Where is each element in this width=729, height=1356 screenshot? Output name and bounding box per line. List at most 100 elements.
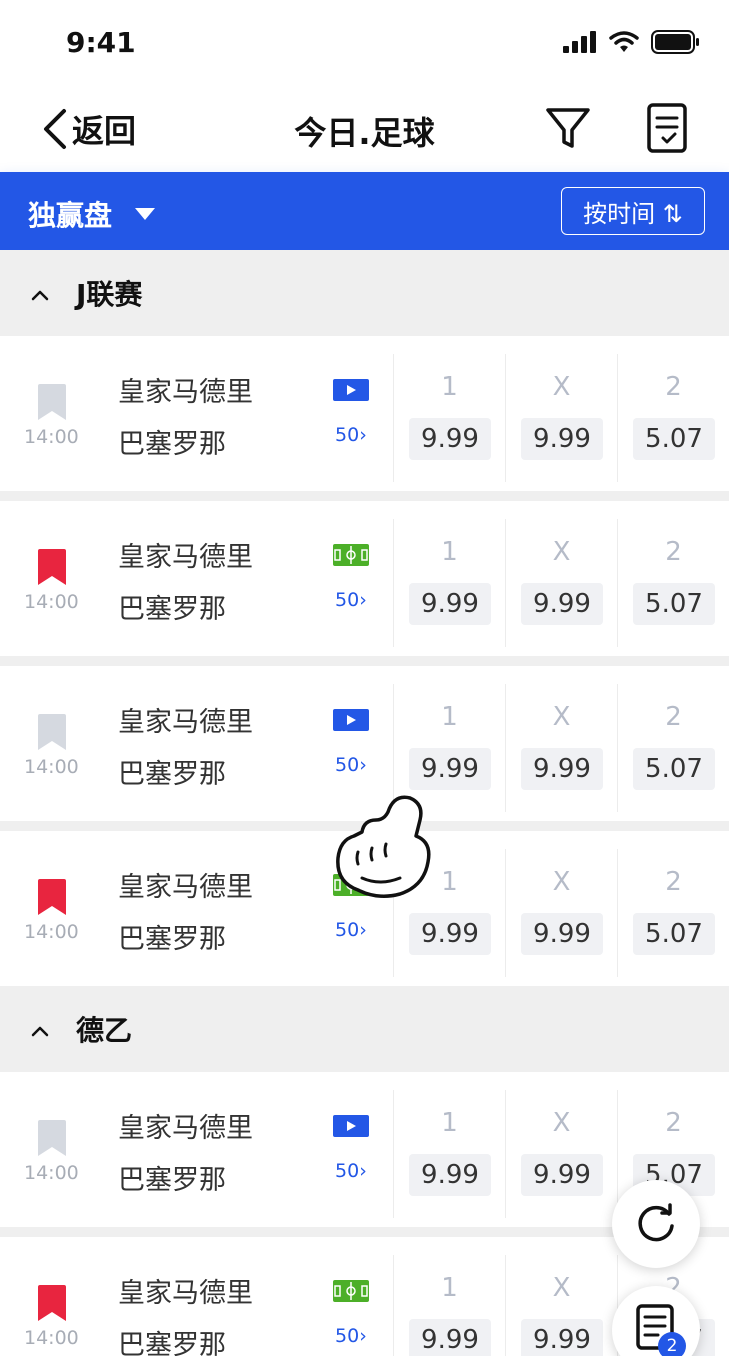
odds-label: X (552, 1108, 571, 1138)
odds-button[interactable]: 9.99 (521, 418, 603, 460)
match-row: 14:00 皇家马德里 巴塞罗那 50› 1 9.99 X 9.99 2 5.0… (0, 831, 729, 986)
odds-column: X 9.99 (505, 849, 617, 977)
bookmark-icon[interactable] (38, 1120, 66, 1156)
filter-icon (546, 108, 590, 148)
home-team: 皇家马德里 (118, 1278, 253, 1309)
live-video-icon[interactable] (333, 379, 369, 401)
more-markets-link[interactable]: 50› (335, 424, 367, 446)
odds-label: 2 (665, 702, 682, 732)
odds-label: 2 (665, 1108, 682, 1138)
league-name: J联赛 (76, 278, 143, 311)
market-dropdown[interactable]: 独赢盘 (28, 194, 156, 234)
match-row: 14:00 皇家马德里 巴塞罗那 50› 1 9.99 X 9.99 2 5.0… (0, 501, 729, 666)
odds-label: 2 (665, 867, 682, 897)
status-icons (563, 30, 701, 54)
odds-column: X 9.99 (505, 1090, 617, 1218)
odds-button[interactable]: 9.99 (521, 583, 603, 625)
live-video-icon[interactable] (333, 1115, 369, 1137)
bet-record-button[interactable] (644, 102, 692, 154)
odds-button[interactable]: 9.99 (521, 1154, 603, 1196)
home-team: 皇家马德里 (118, 1113, 253, 1144)
odds-button[interactable]: 5.07 (633, 583, 715, 625)
odds-label: 2 (665, 372, 682, 402)
more-markets-link[interactable]: 50› (335, 1160, 367, 1182)
odds-label: 1 (441, 867, 458, 897)
refresh-icon (638, 1203, 674, 1242)
more-markets-link[interactable]: 50› (335, 919, 367, 941)
match-row: 14:00 皇家马德里 巴塞罗那 50› 1 9.99 X 9.99 2 5.0… (0, 336, 729, 501)
odds-button[interactable]: 9.99 (409, 1319, 491, 1356)
document-icon (636, 1304, 674, 1350)
away-team: 巴塞罗那 (118, 594, 226, 625)
odds-label: 1 (441, 702, 458, 732)
chevron-up-icon (31, 1026, 49, 1037)
odds-button[interactable]: 9.99 (409, 418, 491, 460)
pitch-icon[interactable] (333, 1280, 369, 1302)
more-markets-count: 50 (335, 1325, 360, 1347)
away-team: 巴塞罗那 (118, 924, 226, 955)
caret-down-icon (135, 208, 156, 220)
kickoff-time: 14:00 (24, 1327, 79, 1349)
bookmark-icon[interactable] (38, 1285, 66, 1321)
battery-icon (651, 30, 699, 54)
more-markets-count: 50 (335, 589, 360, 611)
bookmark-icon[interactable] (38, 384, 66, 420)
odds-button[interactable]: 9.99 (521, 913, 603, 955)
more-markets-link[interactable]: 50› (335, 754, 367, 776)
odds-column: 2 5.07 (617, 519, 729, 647)
market-label: 独赢盘 (28, 199, 113, 232)
kickoff-time: 14:00 (24, 921, 79, 943)
odds-column: 2 5.07 (617, 849, 729, 977)
more-markets-link[interactable]: 50› (335, 589, 367, 611)
odds-column: 1 9.99 (393, 1255, 505, 1356)
bookmark-icon[interactable] (38, 714, 66, 750)
away-team: 巴塞罗那 (118, 429, 226, 460)
pitch-icon[interactable] (333, 544, 369, 566)
sort-by-time-button[interactable]: 按时间 ⇅ (561, 187, 705, 235)
home-team: 皇家马德里 (118, 872, 253, 903)
signal-icon (563, 31, 596, 53)
wifi-icon (609, 31, 639, 52)
odds-label: 1 (441, 1108, 458, 1138)
odds-column: 1 9.99 (393, 519, 505, 647)
status-bar: 9:41 (0, 0, 729, 88)
odds-label: X (552, 702, 571, 732)
kickoff-time: 14:00 (24, 591, 79, 613)
odds-button[interactable]: 5.07 (633, 913, 715, 955)
odds-button[interactable]: 9.99 (409, 748, 491, 790)
refresh-button[interactable] (612, 1180, 700, 1268)
league-header[interactable]: 德乙 (0, 986, 729, 1072)
league-header[interactable]: J联赛 (0, 250, 729, 336)
more-markets-count: 50 (335, 754, 360, 776)
odds-button[interactable]: 9.99 (409, 583, 491, 625)
betslip-count-badge: 2 (658, 1332, 686, 1356)
odds-column: 1 9.99 (393, 849, 505, 977)
away-team: 巴塞罗那 (118, 1165, 226, 1196)
odds-button[interactable]: 9.99 (521, 748, 603, 790)
home-team: 皇家马德里 (118, 542, 253, 573)
bookmark-icon[interactable] (38, 549, 66, 585)
back-button[interactable]: 返回 (40, 106, 136, 152)
odds-column: 1 9.99 (393, 684, 505, 812)
odds-label: X (552, 537, 571, 567)
odds-button[interactable]: 5.07 (633, 748, 715, 790)
odds-column: 2 5.07 (617, 354, 729, 482)
odds-button[interactable]: 9.99 (409, 913, 491, 955)
betslip-button[interactable]: 2 (612, 1286, 700, 1356)
pitch-icon[interactable] (333, 874, 369, 896)
odds-label: X (552, 867, 571, 897)
odds-button[interactable]: 5.07 (633, 418, 715, 460)
more-markets-count: 50 (335, 919, 360, 941)
odds-column: X 9.99 (505, 519, 617, 647)
match-row: 14:00 皇家马德里 巴塞罗那 50› 1 9.99 X 9.99 2 5.0… (0, 666, 729, 831)
bookmark-icon[interactable] (38, 879, 66, 915)
live-video-icon[interactable] (333, 709, 369, 731)
odds-label: 2 (665, 537, 682, 567)
more-markets-link[interactable]: 50› (335, 1325, 367, 1347)
filter-button[interactable] (544, 102, 592, 154)
odds-button[interactable]: 9.99 (409, 1154, 491, 1196)
status-time: 9:41 (66, 26, 136, 59)
odds-column: 1 9.99 (393, 1090, 505, 1218)
chevron-left-icon (44, 109, 66, 149)
odds-button[interactable]: 9.99 (521, 1319, 603, 1356)
